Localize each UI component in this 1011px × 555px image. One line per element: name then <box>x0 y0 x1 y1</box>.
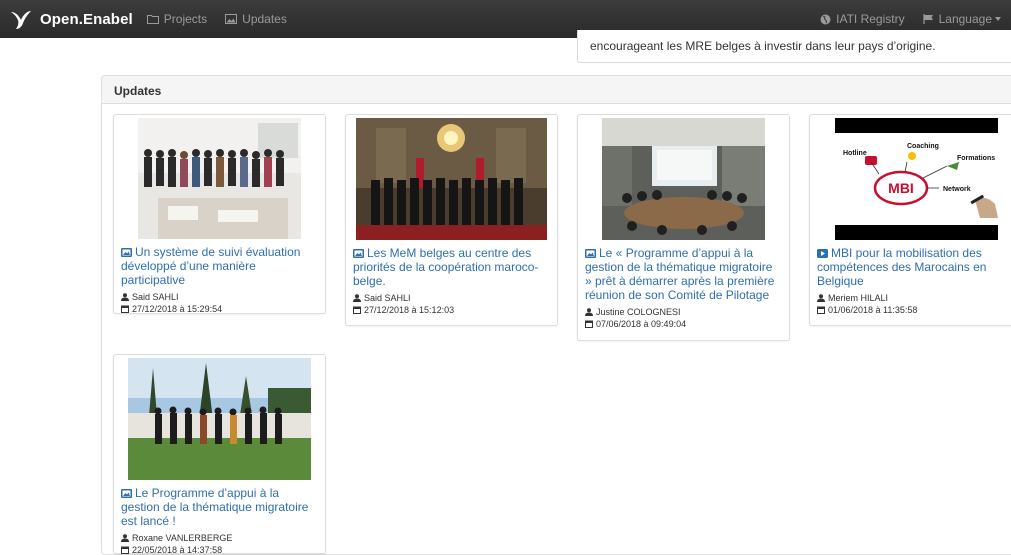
calendar-icon <box>121 305 129 313</box>
calendar-icon <box>585 320 593 328</box>
description-panel: encourageant les MRE belges à investir d… <box>577 30 1011 63</box>
photo-icon <box>121 489 132 498</box>
chevron-down-icon <box>995 17 1001 21</box>
update-title-text: Un système de suivi évaluation développé… <box>121 245 301 287</box>
nav-projects[interactable]: Projects <box>146 12 208 26</box>
calendar-icon <box>121 546 129 554</box>
author-name: Justine COLOGNESI <box>596 307 681 317</box>
update-title-text: Les MeM belges au centre des priorités d… <box>353 246 539 288</box>
update-thumbnail-image[interactable] <box>602 118 765 240</box>
date-text: 27/12/2018 à 15:12:03 <box>364 305 455 315</box>
photo-icon <box>121 248 132 257</box>
update-card: Le Programme d’appui à la gestion de la … <box>113 354 326 555</box>
update-card: Le « Programme d’appui à la gestion de l… <box>577 114 790 341</box>
nav-updates-label: Updates <box>242 12 287 26</box>
coaching-label: Coaching <box>907 143 939 150</box>
update-author: Said SAHLI <box>121 292 318 302</box>
user-icon <box>353 294 361 302</box>
author-name: Meriem HILALI <box>828 293 889 303</box>
author-name: Said SAHLI <box>132 292 179 302</box>
nav-iati-label: IATI Registry <box>836 12 905 26</box>
update-thumbnail-image[interactable] <box>356 118 547 240</box>
flag-icon <box>923 14 933 24</box>
update-title-text: Le Programme d’appui à la gestion de la … <box>121 486 309 528</box>
updates-heading: Updates <box>102 76 1011 104</box>
update-title-link[interactable]: Le « Programme d’appui à la gestion de l… <box>585 246 782 302</box>
update-card: Un système de suivi évaluation développé… <box>113 114 326 314</box>
update-date: 27/12/2018 à 15:29:54 <box>121 304 318 314</box>
mbi-logo-text: MBI <box>888 180 914 196</box>
enabel-logo-icon <box>11 11 31 29</box>
update-date: 22/05/2018 à 14:37:58 <box>121 545 318 555</box>
date-text: 01/06/2018 à 11:35:58 <box>828 305 918 315</box>
folder-icon <box>146 15 159 24</box>
user-icon <box>585 308 593 316</box>
video-icon <box>817 249 828 258</box>
update-title-link[interactable]: Un système de suivi évaluation développé… <box>121 245 318 287</box>
description-text: encourageant les MRE belges à investir d… <box>590 39 936 53</box>
date-text: 07/06/2018 à 09:49:04 <box>596 319 687 329</box>
update-author: Justine COLOGNESI <box>585 307 782 317</box>
update-thumbnail-image[interactable] <box>138 118 301 239</box>
update-title-link[interactable]: MBI pour la mobilisation des compétences… <box>817 246 1006 288</box>
image-icon <box>225 14 238 24</box>
update-author: Roxane VANLERBERGE <box>121 533 318 543</box>
globe-icon <box>820 14 831 24</box>
update-title-link[interactable]: Le Programme d’appui à la gestion de la … <box>121 486 318 528</box>
update-title-link[interactable]: Les MeM belges au centre des priorités d… <box>353 246 550 288</box>
user-icon <box>121 293 129 301</box>
network-label: Network <box>943 186 971 193</box>
date-text: 22/05/2018 à 14:37:58 <box>132 545 223 555</box>
nav-language-dropdown[interactable]: Language <box>923 12 1001 26</box>
calendar-icon <box>353 306 361 314</box>
update-thumbnail-video[interactable]: MBI Hotline Coaching Formations Network <box>835 118 998 240</box>
update-author: Meriem HILALI <box>817 293 1006 303</box>
update-title-text: MBI pour la mobilisation des compétences… <box>817 246 987 288</box>
nav-iati-registry[interactable]: IATI Registry <box>820 12 905 26</box>
author-name: Roxane VANLERBERGE <box>132 533 233 543</box>
nav-updates[interactable]: Updates <box>225 12 287 26</box>
update-card: Les MeM belges au centre des priorités d… <box>345 114 558 326</box>
nav-language-label: Language <box>938 12 992 26</box>
calendar-icon <box>817 306 825 314</box>
brand-link[interactable]: Open.Enabel <box>10 0 133 38</box>
formations-label: Formations <box>957 155 995 162</box>
user-icon <box>121 534 129 542</box>
photo-icon <box>353 249 364 258</box>
user-icon <box>817 294 825 302</box>
author-name: Said SAHLI <box>364 293 411 303</box>
update-author: Said SAHLI <box>353 293 550 303</box>
date-text: 27/12/2018 à 15:29:54 <box>132 304 223 314</box>
update-date: 27/12/2018 à 15:12:03 <box>353 305 550 315</box>
update-title-text: Le « Programme d’appui à la gestion de l… <box>585 246 775 302</box>
nav-projects-label: Projects <box>163 12 208 26</box>
update-thumbnail-image[interactable] <box>128 358 311 480</box>
update-date: 01/06/2018 à 11:35:58 <box>817 305 1006 315</box>
photo-icon <box>585 249 596 258</box>
brand-name: Open.Enabel <box>40 10 133 28</box>
update-date: 07/06/2018 à 09:49:04 <box>585 319 782 329</box>
hotline-label: Hotline <box>843 150 867 157</box>
update-card: MBI Hotline Coaching Formations Network … <box>809 114 1011 326</box>
